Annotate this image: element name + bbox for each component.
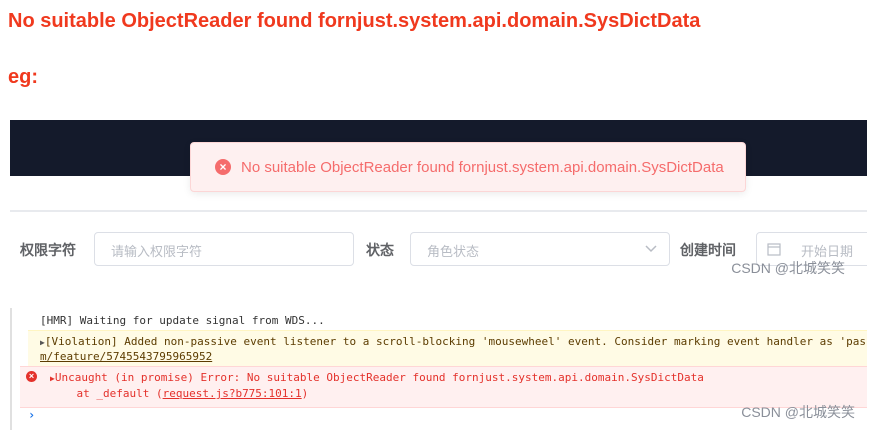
error-message: ▶Uncaught (in promise) Error: No suitabl…	[50, 371, 704, 384]
watermark: CSDN @北城笑笑	[731, 260, 845, 276]
console-log-line: [HMR] Waiting for update signal from WDS…	[40, 314, 325, 327]
error-toast: × No suitable ObjectReader found fornjus…	[190, 142, 746, 192]
app-screenshot: × No suitable ObjectReader found fornjus…	[10, 120, 867, 290]
page-heading: No suitable ObjectReader found fornjust.…	[8, 10, 701, 32]
watermark: CSDN @北城笑笑	[741, 404, 855, 420]
created-time-label: 创建时间	[680, 242, 736, 258]
status-select[interactable]: 角色状态	[410, 232, 670, 266]
chevron-down-icon	[645, 245, 657, 253]
console-error[interactable]: × ▶Uncaught (in promise) Error: No suita…	[20, 366, 867, 408]
status-label: 状态	[366, 242, 394, 258]
warning-text: ▶[Violation] Added non-passive event lis…	[40, 335, 867, 348]
permission-label: 权限字符	[20, 242, 76, 258]
console-prompt-icon[interactable]: ›	[28, 408, 35, 422]
console-warning[interactable]: ▶[Violation] Added non-passive event lis…	[28, 330, 867, 368]
warning-link[interactable]: m/feature/5745543795965952	[40, 350, 212, 363]
divider	[10, 210, 867, 212]
error-circle-icon: ×	[26, 371, 37, 382]
devtools-console: [HMR] Waiting for update signal from WDS…	[10, 308, 867, 430]
source-link[interactable]: request.js?b775:101:1	[163, 387, 302, 400]
error-circle-icon: ×	[215, 159, 231, 175]
calendar-icon	[767, 243, 781, 256]
toast-message: No suitable ObjectReader found fornjust.…	[241, 159, 724, 176]
error-stack-line: at _default (request.js?b775:101:1)	[50, 387, 309, 400]
status-placeholder: 角色状态	[427, 244, 480, 259]
console-gutter	[10, 308, 12, 430]
permission-placeholder: 请输入权限字符	[111, 244, 203, 259]
permission-input[interactable]: 请输入权限字符	[94, 232, 354, 266]
example-label: eg:	[8, 66, 38, 88]
